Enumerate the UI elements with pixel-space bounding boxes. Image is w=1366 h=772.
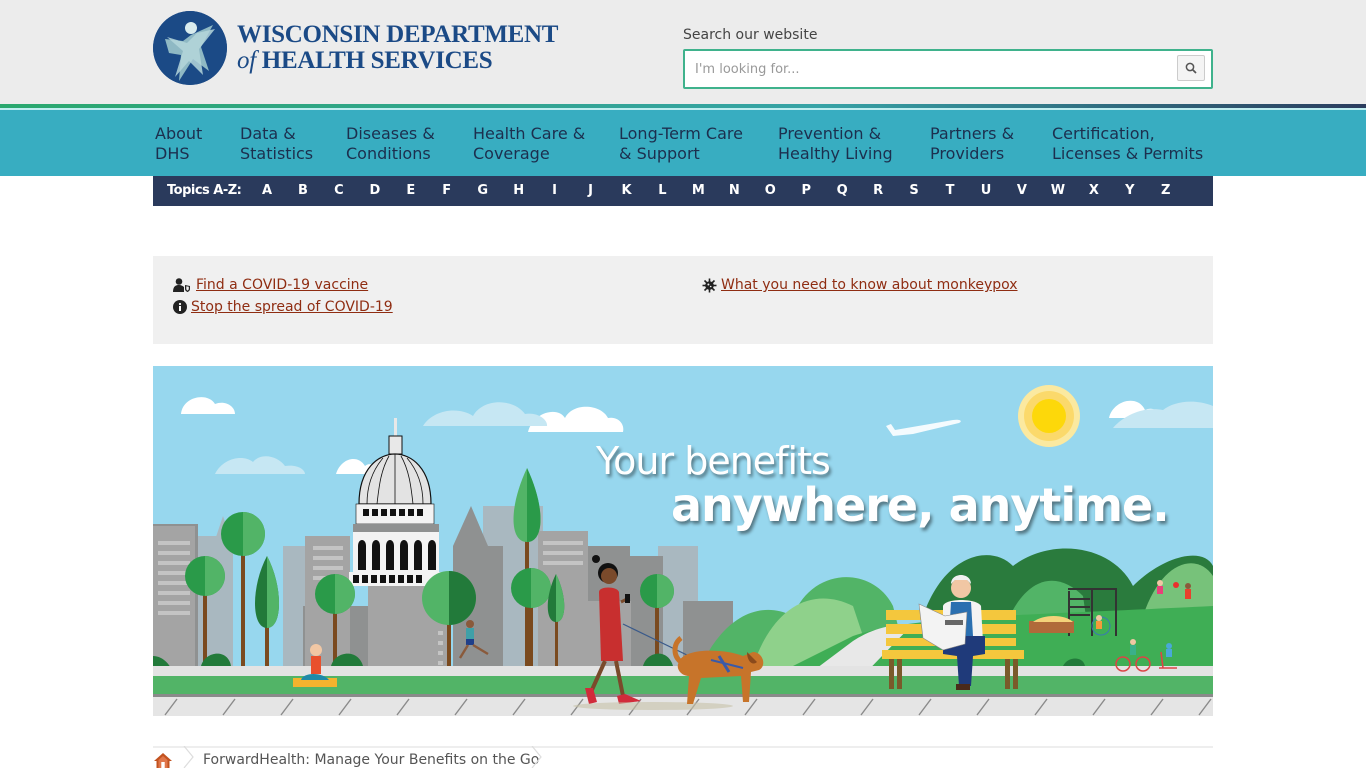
topic-letter-r[interactable]: R bbox=[868, 183, 888, 198]
topic-letter-f[interactable]: F bbox=[437, 183, 457, 198]
home-icon[interactable] bbox=[153, 752, 173, 772]
topic-letter-j[interactable]: J bbox=[581, 183, 601, 198]
topic-letter-w[interactable]: W bbox=[1048, 183, 1068, 198]
topic-letter-m[interactable]: M bbox=[688, 183, 708, 198]
nav-diseases-conditions[interactable]: Diseases & Conditions bbox=[346, 124, 435, 164]
topic-letter-o[interactable]: O bbox=[760, 183, 780, 198]
stop-spread-covid-link[interactable]: Stop the spread of COVID-19 bbox=[173, 299, 393, 315]
nav-label-line2: Conditions bbox=[346, 144, 431, 163]
breadcrumb-separator-icon bbox=[531, 745, 543, 772]
logo-health-services: HEALTH SERVICES bbox=[255, 47, 493, 74]
site-header: WISCONSIN DEPARTMENT of HEALTH SERVICES … bbox=[0, 0, 1366, 104]
nav-prevention-healthy-living[interactable]: Prevention & Healthy Living bbox=[778, 124, 893, 164]
search-icon bbox=[1185, 59, 1197, 78]
nav-label-line2: Coverage bbox=[473, 144, 550, 163]
covid-vaccine-link-text: Find a COVID-19 vaccine bbox=[196, 277, 369, 293]
topic-letter-d[interactable]: D bbox=[365, 183, 385, 198]
topic-letter-c[interactable]: C bbox=[329, 183, 349, 198]
nav-label-line1: Partners & bbox=[930, 124, 1015, 143]
topic-letter-q[interactable]: Q bbox=[832, 183, 852, 198]
main-navigation: About DHS Data & Statistics Diseases & Cond… bbox=[0, 110, 1366, 176]
nav-label-line2: & Support bbox=[619, 144, 700, 163]
monkeypox-link[interactable]: What you need to know about monkeypox bbox=[702, 277, 1018, 293]
nav-label-line1: Certification, bbox=[1052, 124, 1155, 143]
user-shield-icon bbox=[173, 278, 192, 292]
covid-vaccine-link[interactable]: Find a COVID-19 vaccine bbox=[173, 277, 368, 293]
topics-az-bar: Topics A-Z: A B C D E F G H I J KL M N O P Q R S T U V W X Y Z bbox=[153, 176, 1213, 206]
dhs-logo[interactable]: WISCONSIN DEPARTMENT of HEALTH SERVICES bbox=[153, 10, 558, 86]
topic-letter-t[interactable]: T bbox=[940, 183, 960, 198]
nav-long-term-care-support[interactable]: Long-Term Care & Support bbox=[619, 124, 743, 164]
topic-letter-p[interactable]: P bbox=[796, 183, 816, 198]
search-label: Search our website bbox=[683, 27, 818, 43]
nav-label-line2: Providers bbox=[930, 144, 1005, 163]
monkeypox-link-text: What you need to know about monkeypox bbox=[721, 277, 1018, 293]
nav-label-line1: Prevention & bbox=[778, 124, 882, 143]
topic-letter-k[interactable]: K bbox=[617, 183, 637, 198]
logo-title-line1: WISCONSIN DEPARTMENT bbox=[237, 21, 559, 48]
topic-letter-l[interactable]: L bbox=[652, 183, 672, 198]
person-figure-logo-icon bbox=[153, 11, 227, 85]
topic-letter-b[interactable]: B bbox=[293, 183, 313, 198]
search-box bbox=[683, 49, 1213, 89]
breadcrumb: ForwardHealth: Manage Your Benefits on t… bbox=[153, 745, 1213, 769]
topic-letter-e[interactable]: E bbox=[401, 183, 421, 198]
nav-label-line1: Data & bbox=[240, 124, 296, 143]
alert-box: Find a COVID-19 vaccine Stop the spread … bbox=[153, 256, 1213, 344]
nav-label-line1: Long-Term Care bbox=[619, 124, 743, 143]
topic-letter-u[interactable]: U bbox=[976, 183, 996, 198]
hero-title-line1: Your benefits bbox=[596, 439, 831, 483]
topic-letter-g[interactable]: G bbox=[473, 183, 493, 198]
topic-letter-z[interactable]: Z bbox=[1156, 183, 1176, 198]
topic-letter-n[interactable]: N bbox=[724, 183, 744, 198]
nav-label-line2: Licenses & Permits bbox=[1052, 144, 1204, 163]
hero-banner[interactable]: Your benefits anywhere, anytime. bbox=[153, 366, 1213, 716]
nav-label-line1: Diseases & bbox=[346, 124, 435, 143]
search-input[interactable] bbox=[695, 59, 1165, 79]
nav-label-line1: About bbox=[155, 124, 203, 143]
hero-illustration bbox=[153, 366, 1213, 716]
nav-partners-providers[interactable]: Partners & Providers bbox=[930, 124, 1014, 164]
virus-icon bbox=[702, 278, 717, 293]
logo-of: of bbox=[237, 47, 256, 74]
nav-health-care-coverage[interactable]: Health Care & Coverage bbox=[473, 124, 585, 164]
topic-letter-i[interactable]: I bbox=[545, 183, 565, 198]
hero-title-line2: anywhere, anytime. bbox=[671, 478, 1170, 532]
topic-letter-v[interactable]: V bbox=[1012, 183, 1032, 198]
nav-certification-licenses-permits[interactable]: Certification, Licenses & Permits bbox=[1052, 124, 1203, 164]
nav-label-line2: Statistics bbox=[240, 144, 314, 163]
info-circle-icon bbox=[173, 300, 187, 314]
nav-label-line1: Health Care & bbox=[473, 124, 586, 143]
breadcrumb-separator-icon bbox=[183, 745, 195, 772]
topic-letter-y[interactable]: Y bbox=[1120, 183, 1140, 198]
nav-label-line2: Healthy Living bbox=[778, 144, 893, 163]
nav-label-line2: DHS bbox=[155, 144, 190, 163]
nav-about-dhs[interactable]: About DHS bbox=[155, 124, 202, 164]
topic-letter-s[interactable]: S bbox=[904, 183, 924, 198]
breadcrumb-current: ForwardHealth: Manage Your Benefits on t… bbox=[203, 752, 540, 768]
search-button[interactable] bbox=[1177, 55, 1205, 81]
nav-data-statistics[interactable]: Data & Statistics bbox=[240, 124, 313, 164]
topic-letter-x[interactable]: X bbox=[1084, 183, 1104, 198]
topic-letter-h[interactable]: H bbox=[509, 183, 529, 198]
topic-letter-a[interactable]: A bbox=[257, 183, 277, 198]
topics-az-label: Topics A-Z: bbox=[167, 183, 242, 198]
logo-title-line2: of HEALTH SERVICES bbox=[237, 48, 558, 74]
stop-spread-covid-link-text: Stop the spread of COVID-19 bbox=[191, 299, 393, 315]
